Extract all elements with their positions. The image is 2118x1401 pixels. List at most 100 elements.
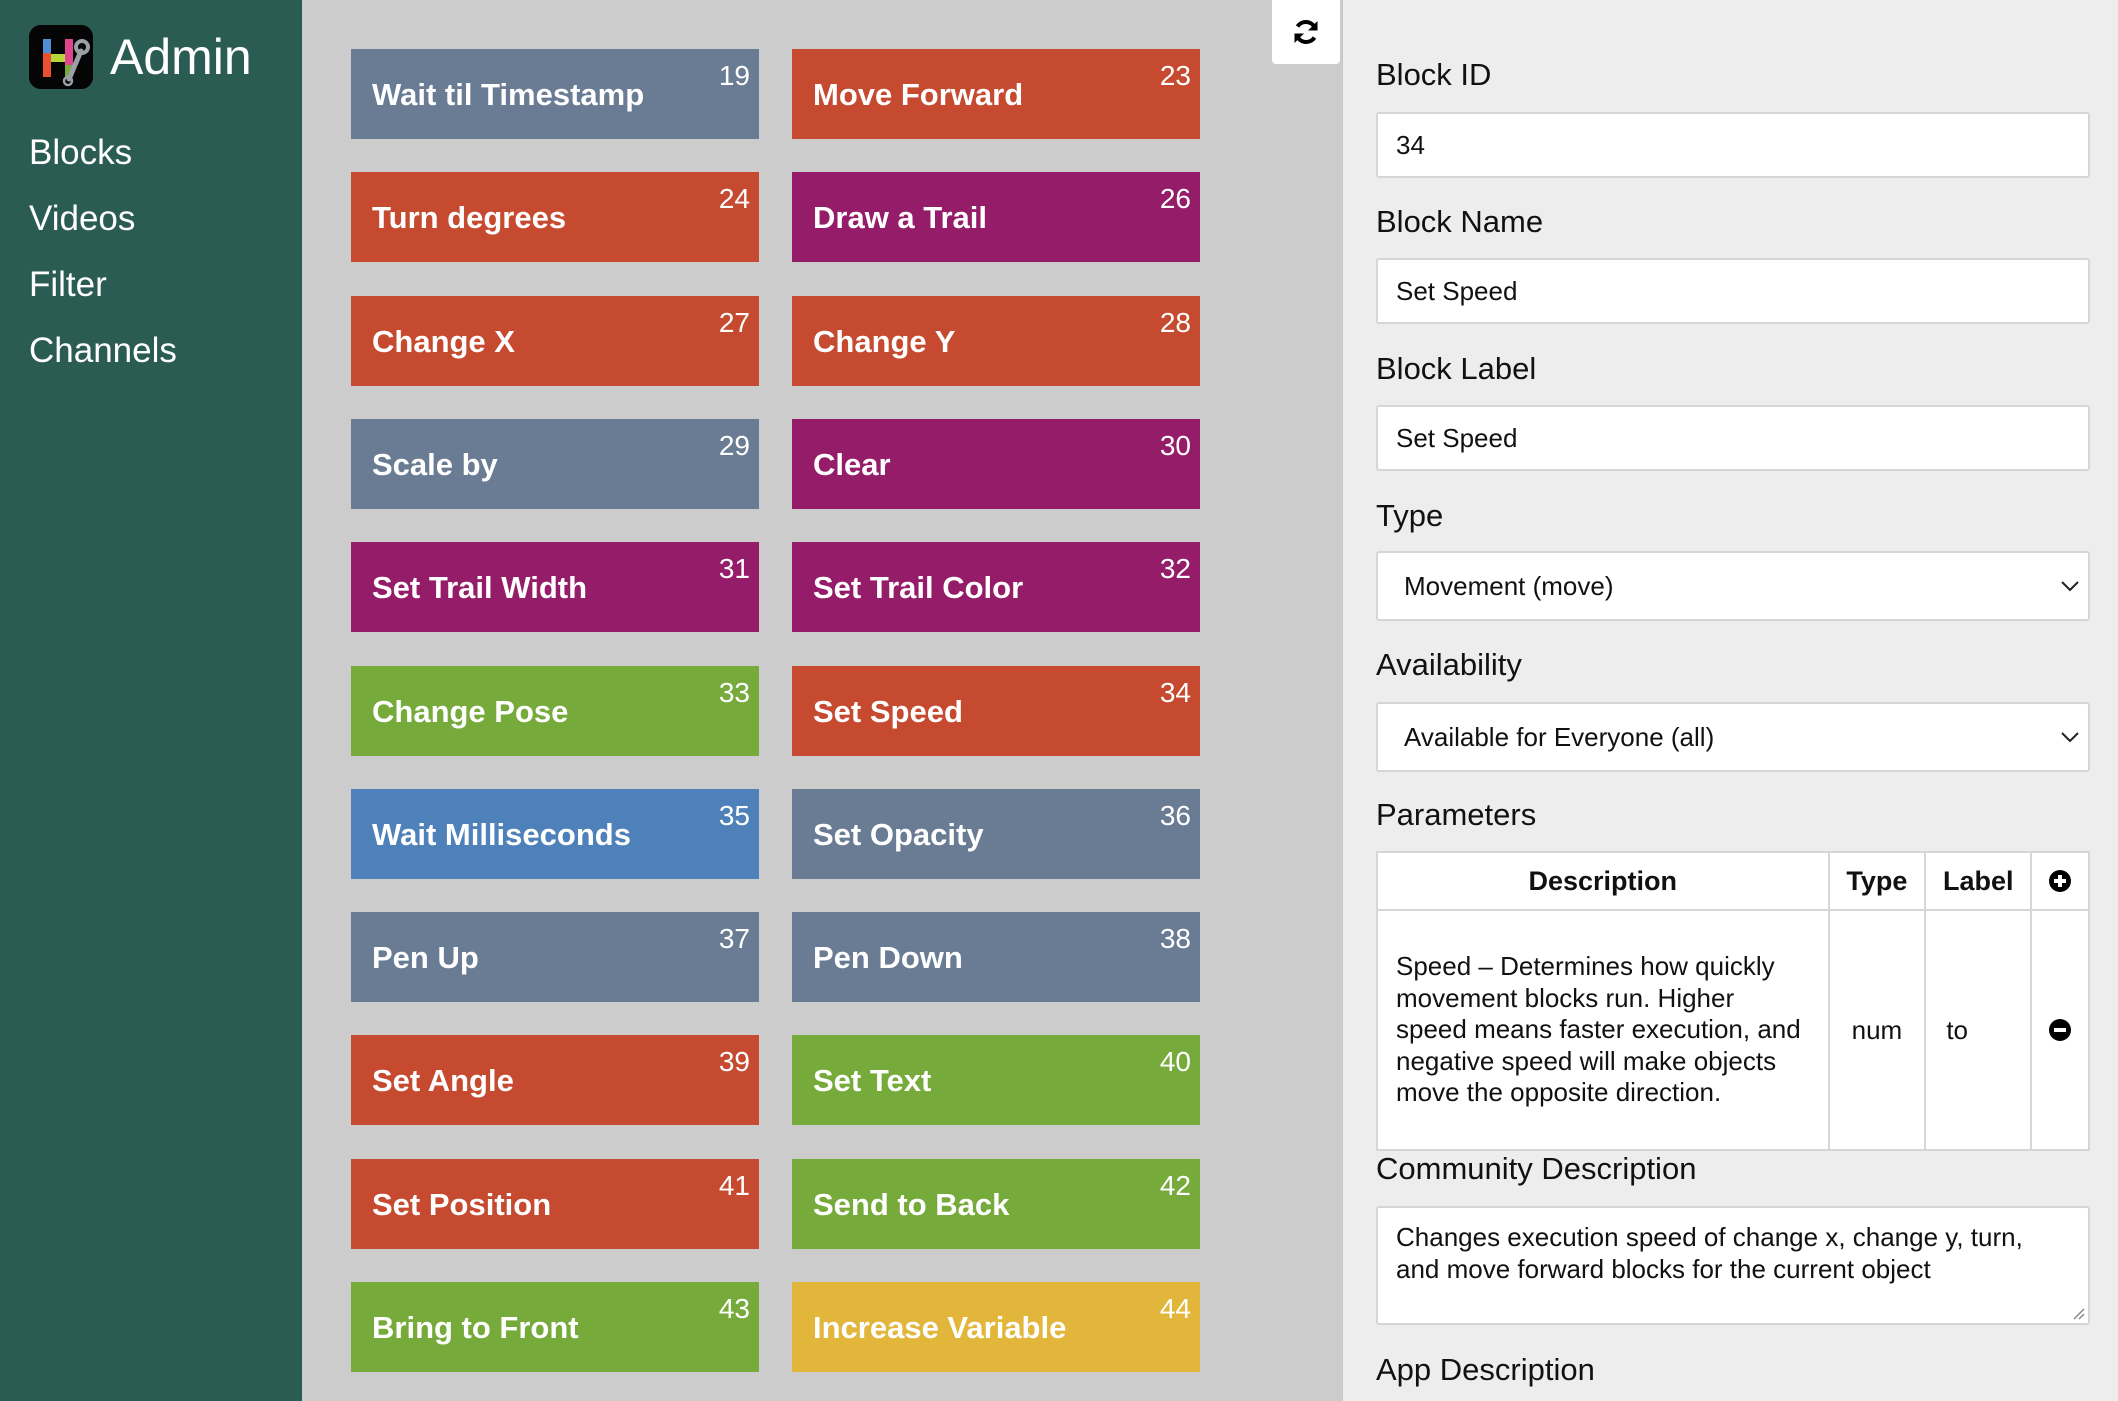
refresh-button[interactable]	[1272, 0, 1340, 64]
block-name-value: Set Speed	[1396, 275, 1518, 306]
block-tile[interactable]: Set Text 40	[792, 1035, 1200, 1125]
block-id: 33	[718, 677, 750, 708]
plus-circle-icon	[2049, 870, 2072, 892]
parameter-type[interactable]: num	[1827, 909, 1927, 1151]
block-tile[interactable]: Set Opacity 36	[792, 789, 1200, 879]
block-name: Set Trail Color	[813, 570, 1024, 605]
admin-logo-icon	[29, 25, 93, 89]
parameter-description[interactable]: Speed – Determines how quickly movement …	[1376, 909, 1830, 1151]
block-id: 29	[718, 430, 750, 461]
block-id: 31	[718, 553, 750, 584]
add-parameter-button[interactable]	[2030, 851, 2090, 911]
block-id: 30	[1159, 430, 1191, 461]
availability-label: Availability	[1376, 647, 1522, 682]
sidebar-item-videos[interactable]: Videos	[29, 186, 177, 252]
sidebar-item-filter[interactable]: Filter	[29, 252, 177, 318]
app-title: Admin	[110, 29, 252, 85]
type-select[interactable]: Movement (move)	[1376, 551, 2090, 621]
block-id: 32	[1159, 553, 1191, 584]
block-tile[interactable]: Change Pose 33	[351, 666, 759, 756]
block-tile[interactable]: Scale by 29	[351, 419, 759, 509]
sidebar: Admin Blocks Videos Filter Channels	[0, 0, 302, 1401]
block-label-input[interactable]: Set Speed	[1376, 405, 2090, 471]
block-name: Set Text	[813, 1063, 932, 1098]
type-label: Type	[1376, 498, 1444, 533]
parameters-table: Description Type Label Speed – Determine…	[1376, 851, 2090, 1151]
block-id: 42	[1159, 1170, 1191, 1201]
block-tile[interactable]: Move Forward 23	[792, 49, 1200, 139]
block-id: 24	[718, 183, 750, 214]
block-name: Set Angle	[372, 1063, 514, 1098]
block-tile[interactable]: Set Angle 39	[351, 1035, 759, 1125]
block-id: 26	[1159, 183, 1191, 214]
block-tile[interactable]: Set Position 41	[351, 1159, 759, 1249]
block-name: Increase Variable	[813, 1310, 1067, 1345]
block-name: Turn degrees	[372, 200, 567, 235]
block-tile[interactable]: Pen Down 38	[792, 912, 1200, 1002]
block-name: Change Pose	[372, 694, 569, 729]
type-selected-value: Movement (move)	[1404, 570, 1614, 601]
block-name: Pen Down	[813, 940, 963, 975]
app-description-label: App Description	[1376, 1352, 1595, 1387]
parameter-label[interactable]: to	[1924, 909, 2033, 1151]
block-name: Bring to Front	[372, 1310, 579, 1345]
block-tile[interactable]: Turn degrees 24	[351, 172, 759, 262]
community-description-label: Community Description	[1376, 1151, 1697, 1186]
block-id: 34	[1159, 677, 1191, 708]
sidebar-nav: Blocks Videos Filter Channels	[29, 120, 177, 384]
column-header-type: Type	[1827, 851, 1927, 911]
block-id: 28	[1159, 307, 1191, 338]
block-tile[interactable]: Change Y 28	[792, 296, 1200, 386]
block-id: 38	[1159, 923, 1191, 954]
sidebar-item-blocks[interactable]: Blocks	[29, 120, 177, 186]
block-tile[interactable]: Set Trail Color 32	[792, 542, 1200, 632]
block-name: Scale by	[372, 447, 498, 482]
brand[interactable]: Admin	[29, 24, 252, 90]
block-name: Set Speed	[813, 694, 963, 729]
block-id-label: Block ID	[1376, 57, 1492, 92]
block-tile[interactable]: Draw a Trail 26	[792, 172, 1200, 262]
block-editor-panel: Block ID 34 Block Name Set Speed Block L…	[1342, 0, 2118, 1401]
block-id-input[interactable]: 34	[1376, 112, 2090, 178]
block-name: Set Position	[372, 1187, 552, 1222]
block-name: Wait Milliseconds	[372, 817, 631, 852]
block-name: Send to Back	[813, 1187, 1010, 1222]
remove-parameter-button[interactable]	[2030, 909, 2090, 1151]
block-tile[interactable]: Pen Up 37	[351, 912, 759, 1002]
chevron-down-icon	[2061, 581, 2079, 592]
block-tile[interactable]: Change X 27	[351, 296, 759, 386]
block-id: 44	[1159, 1293, 1191, 1324]
block-name: Wait til Timestamp	[372, 77, 645, 112]
resize-handle-icon[interactable]	[2071, 1306, 2085, 1320]
block-id: 39	[718, 1046, 750, 1077]
block-tile[interactable]: Set Trail Width 31	[351, 542, 759, 632]
block-tile[interactable]: Send to Back 42	[792, 1159, 1200, 1249]
block-name-label: Block Name	[1376, 204, 1544, 239]
block-name: Move Forward	[813, 77, 1024, 112]
availability-select[interactable]: Available for Everyone (all)	[1376, 702, 2090, 772]
block-id: 23	[1159, 60, 1191, 91]
block-id: 36	[1159, 800, 1191, 831]
block-tile[interactable]: Clear 30	[792, 419, 1200, 509]
column-header-label: Label	[1924, 851, 2033, 911]
availability-selected-value: Available for Everyone (all)	[1404, 721, 1715, 752]
block-tile[interactable]: Increase Variable 44	[792, 1282, 1200, 1372]
block-name: Clear	[813, 447, 891, 482]
block-id: 27	[718, 307, 750, 338]
block-id: 35	[718, 800, 750, 831]
block-tile[interactable]: Wait til Timestamp 19	[351, 49, 759, 139]
block-name: Change X	[372, 324, 515, 359]
parameter-row: Speed – Determines how quickly movement …	[1376, 909, 2090, 1151]
block-tile[interactable]: Set Speed 34	[792, 666, 1200, 756]
block-name: Draw a Trail	[813, 200, 988, 235]
community-description-value: Changes execution speed of change x, cha…	[1396, 1222, 2023, 1284]
column-header-description: Description	[1376, 851, 1830, 911]
community-description-textarea[interactable]: Changes execution speed of change x, cha…	[1376, 1206, 2090, 1325]
block-label-value: Set Speed	[1396, 422, 1518, 453]
sidebar-item-channels[interactable]: Channels	[29, 318, 177, 384]
block-name: Change Y	[813, 324, 956, 359]
block-tile[interactable]: Bring to Front 43	[351, 1282, 759, 1372]
block-id: 37	[718, 923, 750, 954]
block-name-input[interactable]: Set Speed	[1376, 258, 2090, 324]
block-tile[interactable]: Wait Milliseconds 35	[351, 789, 759, 879]
